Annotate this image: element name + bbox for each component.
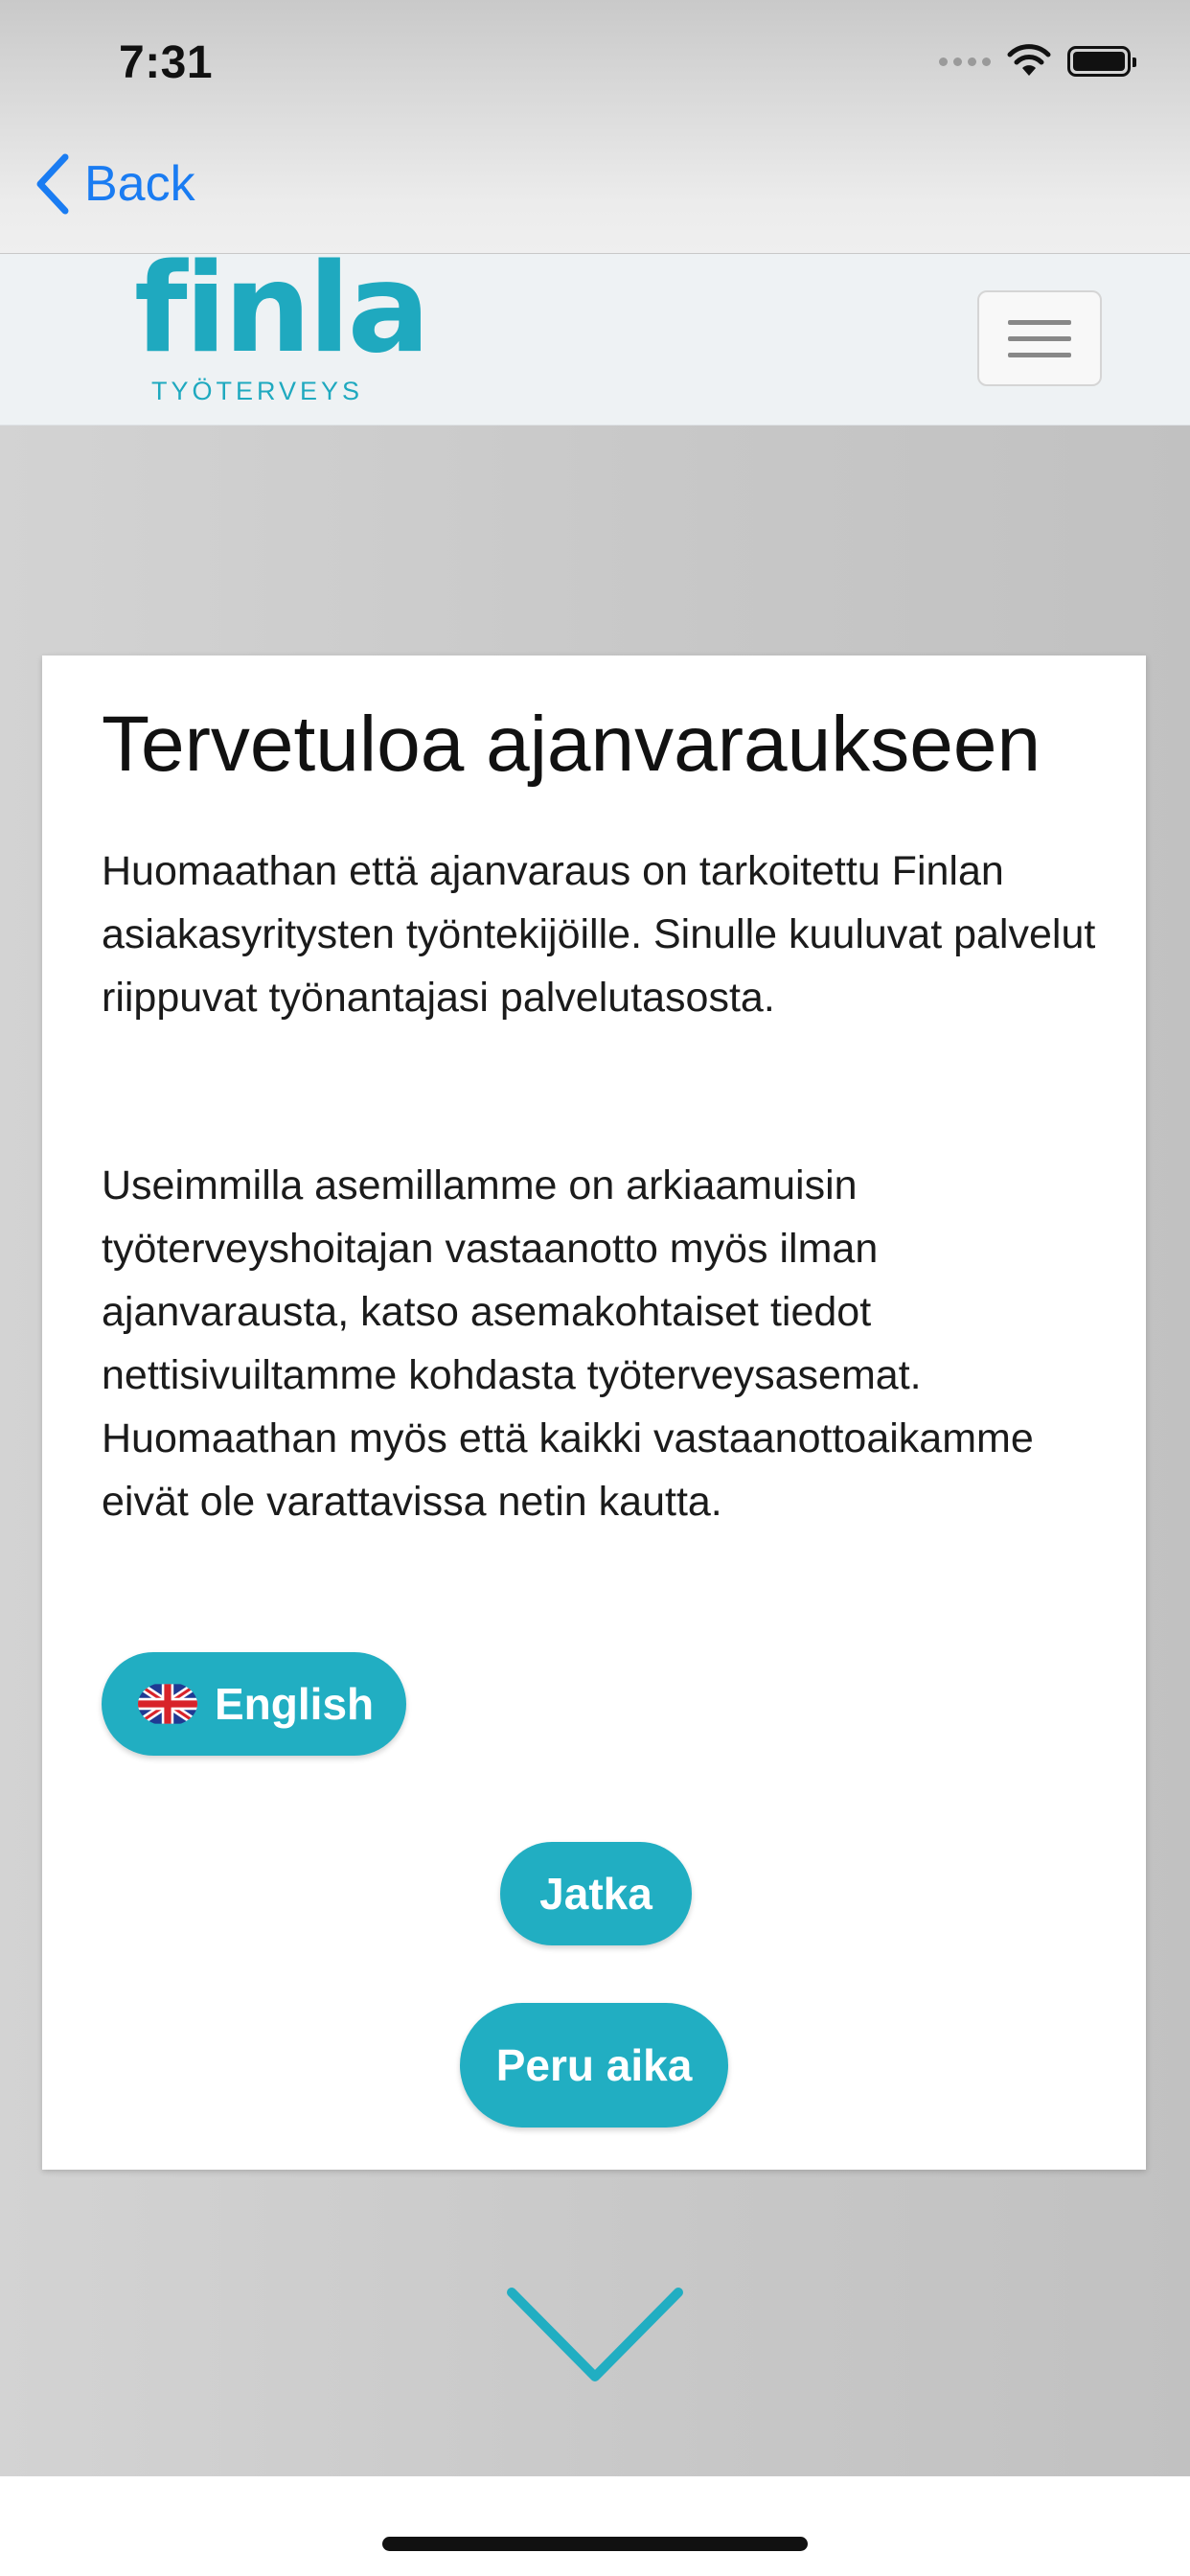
home-indicator-area	[0, 2476, 1190, 2576]
language-label: English	[215, 1679, 375, 1729]
welcome-card: Tervetuloa ajanvaraukseen Huomaathan ett…	[42, 656, 1146, 2170]
hamburger-menu-icon	[1008, 319, 1071, 325]
finla-logo[interactable]: finla TYÖTERVEYS	[134, 248, 430, 425]
back-button[interactable]: Back	[34, 153, 195, 215]
logo-subtitle: TYÖTERVEYS	[151, 377, 364, 405]
signal-icon	[939, 57, 991, 66]
status-icons	[939, 42, 1136, 80]
back-label: Back	[84, 156, 195, 212]
site-header: finla TYÖTERVEYS	[0, 248, 1190, 426]
home-indicator[interactable]	[382, 2537, 808, 2551]
chevron-down-icon[interactable]	[504, 2285, 686, 2390]
chevron-left-icon	[36, 153, 69, 215]
top-chrome: 7:31 Back	[0, 0, 1190, 254]
battery-icon	[1067, 46, 1136, 77]
page-title: Tervetuloa ajanvaraukseen	[102, 701, 1041, 788]
app-screen: 7:31 Back finla TYÖTERVEYS Tervetuloa aj…	[0, 0, 1190, 2576]
cancel-appointment-button[interactable]: Peru aika	[460, 2003, 728, 2128]
info-paragraph-2: Useimmilla asemillamme on arkiaamuisin t…	[102, 1162, 1034, 1525]
logo-wordmark: finla	[134, 238, 430, 380]
wifi-icon	[1007, 44, 1051, 76]
language-english-button[interactable]: English	[102, 1652, 407, 1756]
info-paragraph-1: Huomaathan että ajanvaraus on tarkoitett…	[102, 848, 1096, 1021]
uk-flag-icon	[138, 1682, 197, 1726]
hamburger-menu-button[interactable]	[977, 290, 1102, 386]
continue-button[interactable]: Jatka	[500, 1842, 692, 1945]
status-time: 7:31	[119, 37, 214, 88]
